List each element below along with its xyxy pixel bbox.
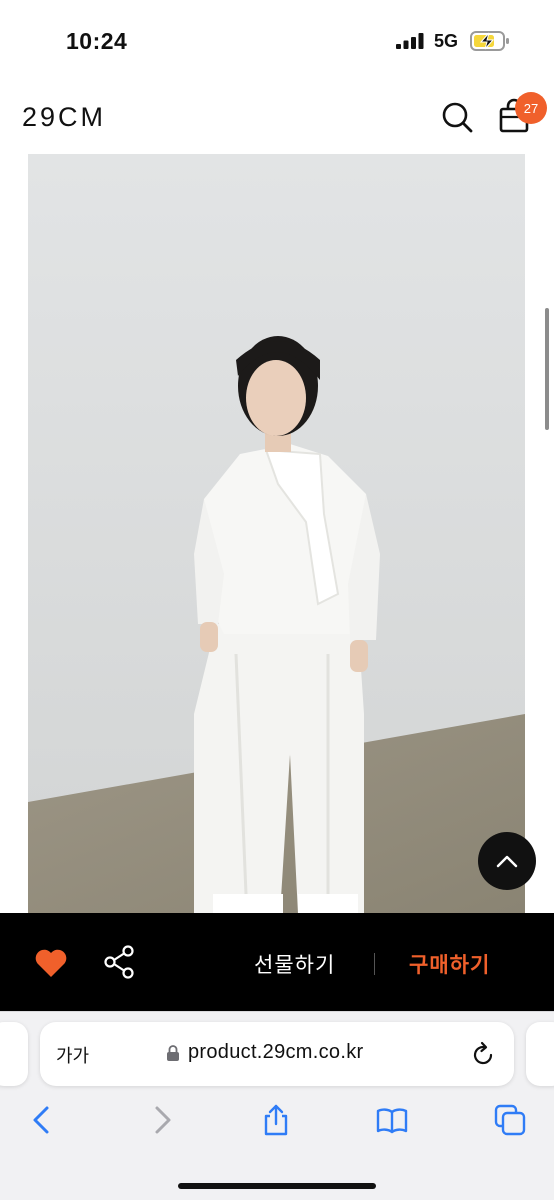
heart-icon[interactable] — [34, 948, 68, 978]
text-size-button[interactable]: 가가 — [56, 1042, 89, 1068]
next-tab-peek[interactable] — [526, 1022, 554, 1086]
scroll-indicator[interactable] — [545, 308, 549, 430]
safari-toolbar: 가가 product.29cm.co.kr — [0, 1011, 554, 1200]
battery-charging-icon — [470, 31, 509, 51]
home-indicator[interactable] — [178, 1183, 376, 1189]
network-type: 5G — [434, 31, 459, 51]
chevron-up-icon — [496, 855, 518, 868]
status-time: 10:24 — [66, 28, 128, 54]
purchase-bar: 선물하기 구매하기 — [0, 913, 554, 1011]
scroll-to-top-button[interactable] — [478, 832, 536, 890]
back-icon[interactable] — [26, 1104, 58, 1136]
status-bar: 10:24 5G — [0, 0, 554, 80]
cellular-signal-icon — [396, 33, 424, 49]
gift-button[interactable]: 선물하기 — [254, 949, 335, 979]
url-text: product.29cm.co.kr — [188, 1041, 364, 1063]
product-image[interactable] — [28, 154, 525, 914]
tabs-icon[interactable] — [494, 1104, 526, 1136]
cart-count-badge: 27 — [515, 92, 547, 124]
brand-logo[interactable]: 29CM — [22, 102, 106, 133]
button-divider — [374, 953, 375, 975]
share-sheet-icon[interactable] — [260, 1104, 292, 1136]
address-bar[interactable]: 가가 product.29cm.co.kr — [40, 1022, 514, 1086]
buy-button[interactable]: 구매하기 — [409, 949, 490, 979]
previous-tab-peek[interactable] — [0, 1022, 28, 1086]
forward-icon[interactable] — [146, 1104, 178, 1136]
search-icon[interactable] — [440, 100, 474, 134]
model-photo — [28, 154, 525, 914]
reload-icon[interactable] — [470, 1041, 496, 1067]
app-header: 29CM 27 — [0, 80, 554, 154]
bookmarks-icon[interactable] — [376, 1104, 408, 1136]
share-icon[interactable] — [103, 945, 135, 979]
lock-icon — [167, 1045, 179, 1061]
